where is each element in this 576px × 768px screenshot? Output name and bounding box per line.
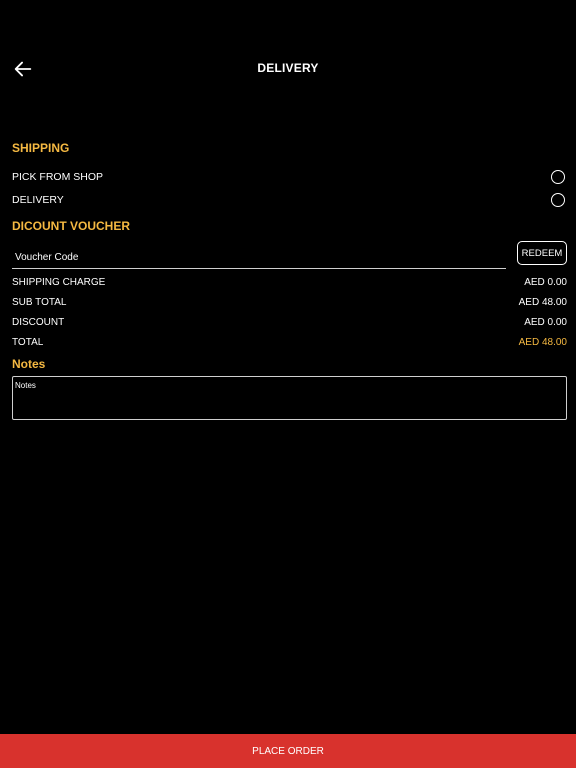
shipping-option-label: PICK FROM SHOP [12,171,104,183]
notes-section-title: Notes [12,357,46,371]
summary-label: SUB TOTAL [12,297,67,308]
summary-row-shipping-charge: SHIPPING CHARGE AED 0.00 [12,277,567,293]
place-order-button[interactable]: PLACE ORDER [0,734,576,768]
shipping-section-title: SHIPPING [12,141,70,155]
shipping-option-label: DELIVERY [12,194,64,206]
summary-value: AED 0.00 [524,317,567,328]
pick-from-shop-radio[interactable] [551,170,565,184]
total-value: AED 48.00 [518,337,567,348]
top-bar: DELIVERY [0,52,576,86]
summary-row-total: TOTAL AED 48.00 [12,337,567,353]
shipping-option-pick-from-shop[interactable]: PICK FROM SHOP [12,168,567,188]
summary-label: DISCOUNT [12,317,65,328]
delivery-screen: DELIVERY SHIPPING PICK FROM SHOP DELIVER… [0,0,576,768]
summary-value: AED 48.00 [518,297,567,308]
voucher-code-input[interactable] [12,246,506,268]
delivery-radio[interactable] [551,193,565,207]
shipping-option-delivery[interactable]: DELIVERY [12,191,567,211]
summary-row-discount: DISCOUNT AED 0.00 [12,317,567,333]
notes-field [12,376,567,420]
summary-row-sub-total: SUB TOTAL AED 48.00 [12,297,567,313]
notes-textarea[interactable] [13,377,566,419]
redeem-button[interactable]: REDEEM [517,241,567,265]
voucher-code-field [12,246,506,269]
summary-label: TOTAL [12,337,44,348]
summary-label: SHIPPING CHARGE [12,277,106,288]
summary-value: AED 0.00 [524,277,567,288]
page-title: DELIVERY [257,61,319,75]
discount-voucher-title: DICOUNT VOUCHER [12,219,131,233]
